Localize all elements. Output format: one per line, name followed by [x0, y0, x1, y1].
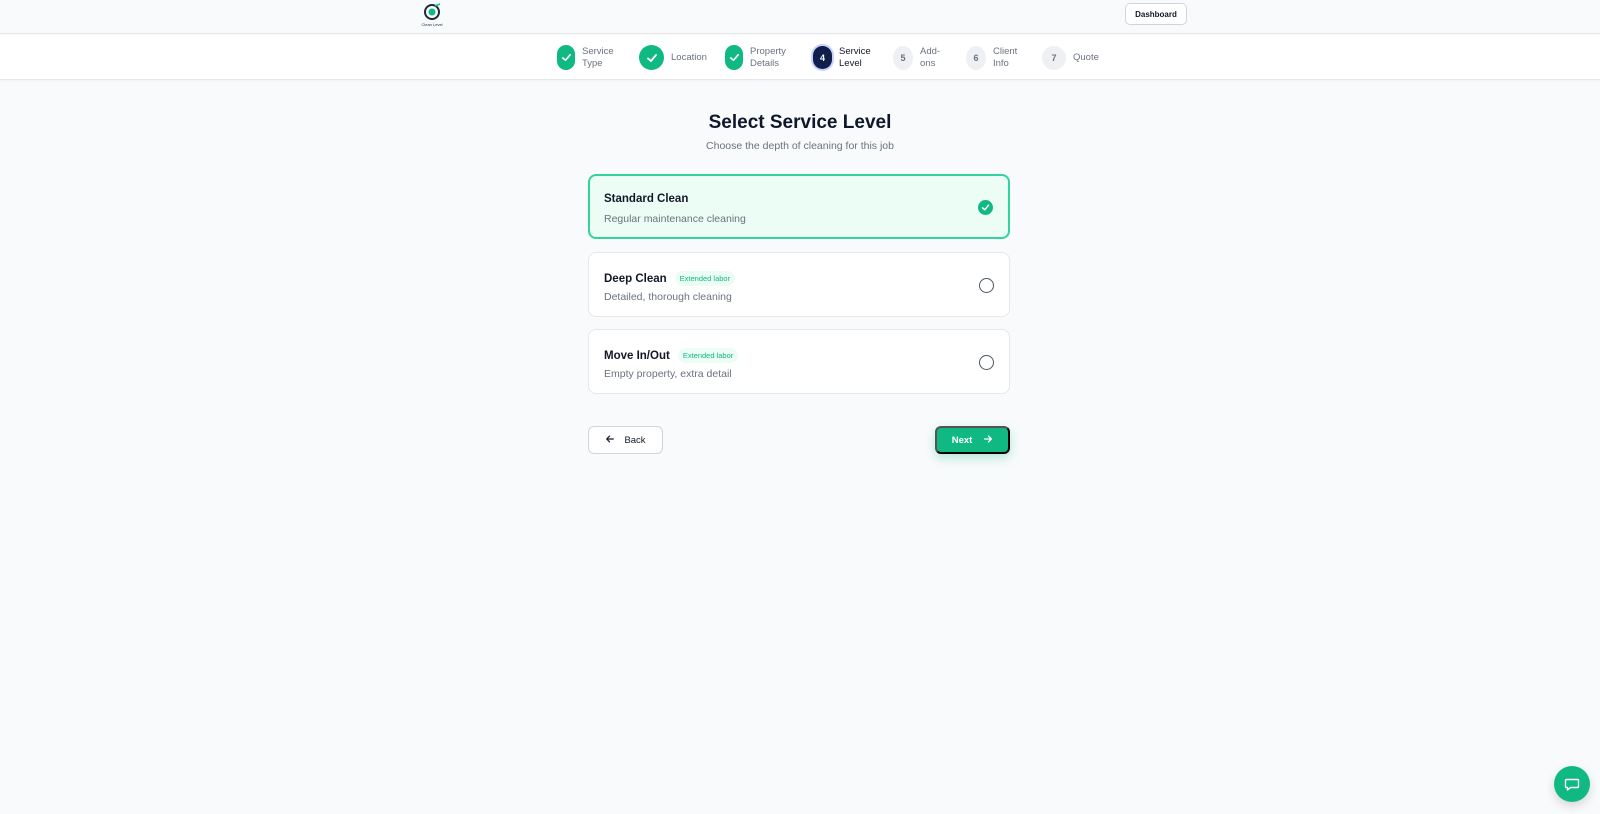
step-number: 7 — [1042, 45, 1066, 70]
progress-stepper: Service Type Location Property Details 4… — [0, 35, 1600, 80]
check-icon — [725, 45, 743, 70]
step-number: 6 — [966, 45, 986, 70]
radio-button[interactable] — [979, 355, 994, 370]
step-property-details[interactable]: Property Details — [725, 44, 786, 71]
step-number: 4 — [813, 46, 832, 69]
dashboard-button[interactable]: Dashboard — [1125, 3, 1187, 25]
arrow-left-icon — [605, 434, 615, 447]
page-title: Select Service Level — [708, 112, 892, 133]
arrow-right-icon — [983, 434, 993, 447]
step-label: Service Type — [582, 45, 614, 69]
extended-labor-badge: Extended labor — [677, 348, 739, 363]
option-description: Detailed, thorough cleaning — [604, 291, 732, 303]
step-label: Client Info — [993, 45, 1018, 69]
option-title-row: Standard Clean — [604, 193, 688, 205]
option-title-row: Deep Clean Extended labor — [604, 271, 736, 286]
next-button[interactable]: Next — [935, 426, 1010, 454]
step-quote[interactable]: 7 Quote — [1042, 44, 1099, 71]
step-label: Location — [671, 51, 707, 63]
company-logo[interactable]: Clean Level — [418, 3, 446, 29]
step-location[interactable]: Location — [639, 44, 707, 71]
step-label: Property Details — [750, 45, 786, 69]
option-move-in-out[interactable]: Move In/Out Extended labor Empty propert… — [588, 329, 1010, 394]
option-title: Move In/Out — [604, 349, 670, 362]
back-label: Back — [624, 434, 646, 446]
option-title-row: Move In/Out Extended labor — [604, 348, 739, 363]
step-label: Quote — [1073, 51, 1099, 63]
check-icon — [639, 45, 664, 70]
svg-text:Clean Level: Clean Level — [421, 22, 442, 27]
option-title: Standard Clean — [604, 193, 689, 205]
step-add-ons[interactable]: 5 Add- ons — [893, 44, 940, 71]
page-subtitle: Choose the depth of cleaning for this jo… — [706, 140, 894, 152]
back-button[interactable]: Back — [588, 426, 663, 454]
extended-labor-badge: Extended labor — [674, 271, 736, 286]
option-deep-clean[interactable]: Deep Clean Extended labor Detailed, thor… — [588, 252, 1010, 317]
next-label: Next — [951, 434, 973, 446]
option-description: Regular maintenance cleaning — [604, 213, 746, 225]
option-description: Empty property, extra detail — [604, 368, 732, 380]
step-number: 5 — [893, 45, 913, 70]
check-icon — [557, 45, 575, 70]
option-standard-clean[interactable]: Standard Clean Regular maintenance clean… — [588, 174, 1010, 239]
step-label: Add- ons — [920, 45, 941, 69]
option-title: Deep Clean — [604, 272, 667, 285]
step-service-type[interactable]: Service Type — [557, 44, 614, 71]
step-service-level[interactable]: 4 Service Level — [813, 44, 871, 71]
chat-bubble-icon[interactable] — [1554, 766, 1590, 802]
top-bar: Clean Level Dashboard — [0, 0, 1600, 34]
step-client-info[interactable]: 6 Client Info — [966, 44, 1017, 71]
check-circle-icon[interactable] — [978, 200, 993, 215]
step-label: Service Level — [839, 45, 871, 69]
radio-button[interactable] — [979, 278, 994, 293]
